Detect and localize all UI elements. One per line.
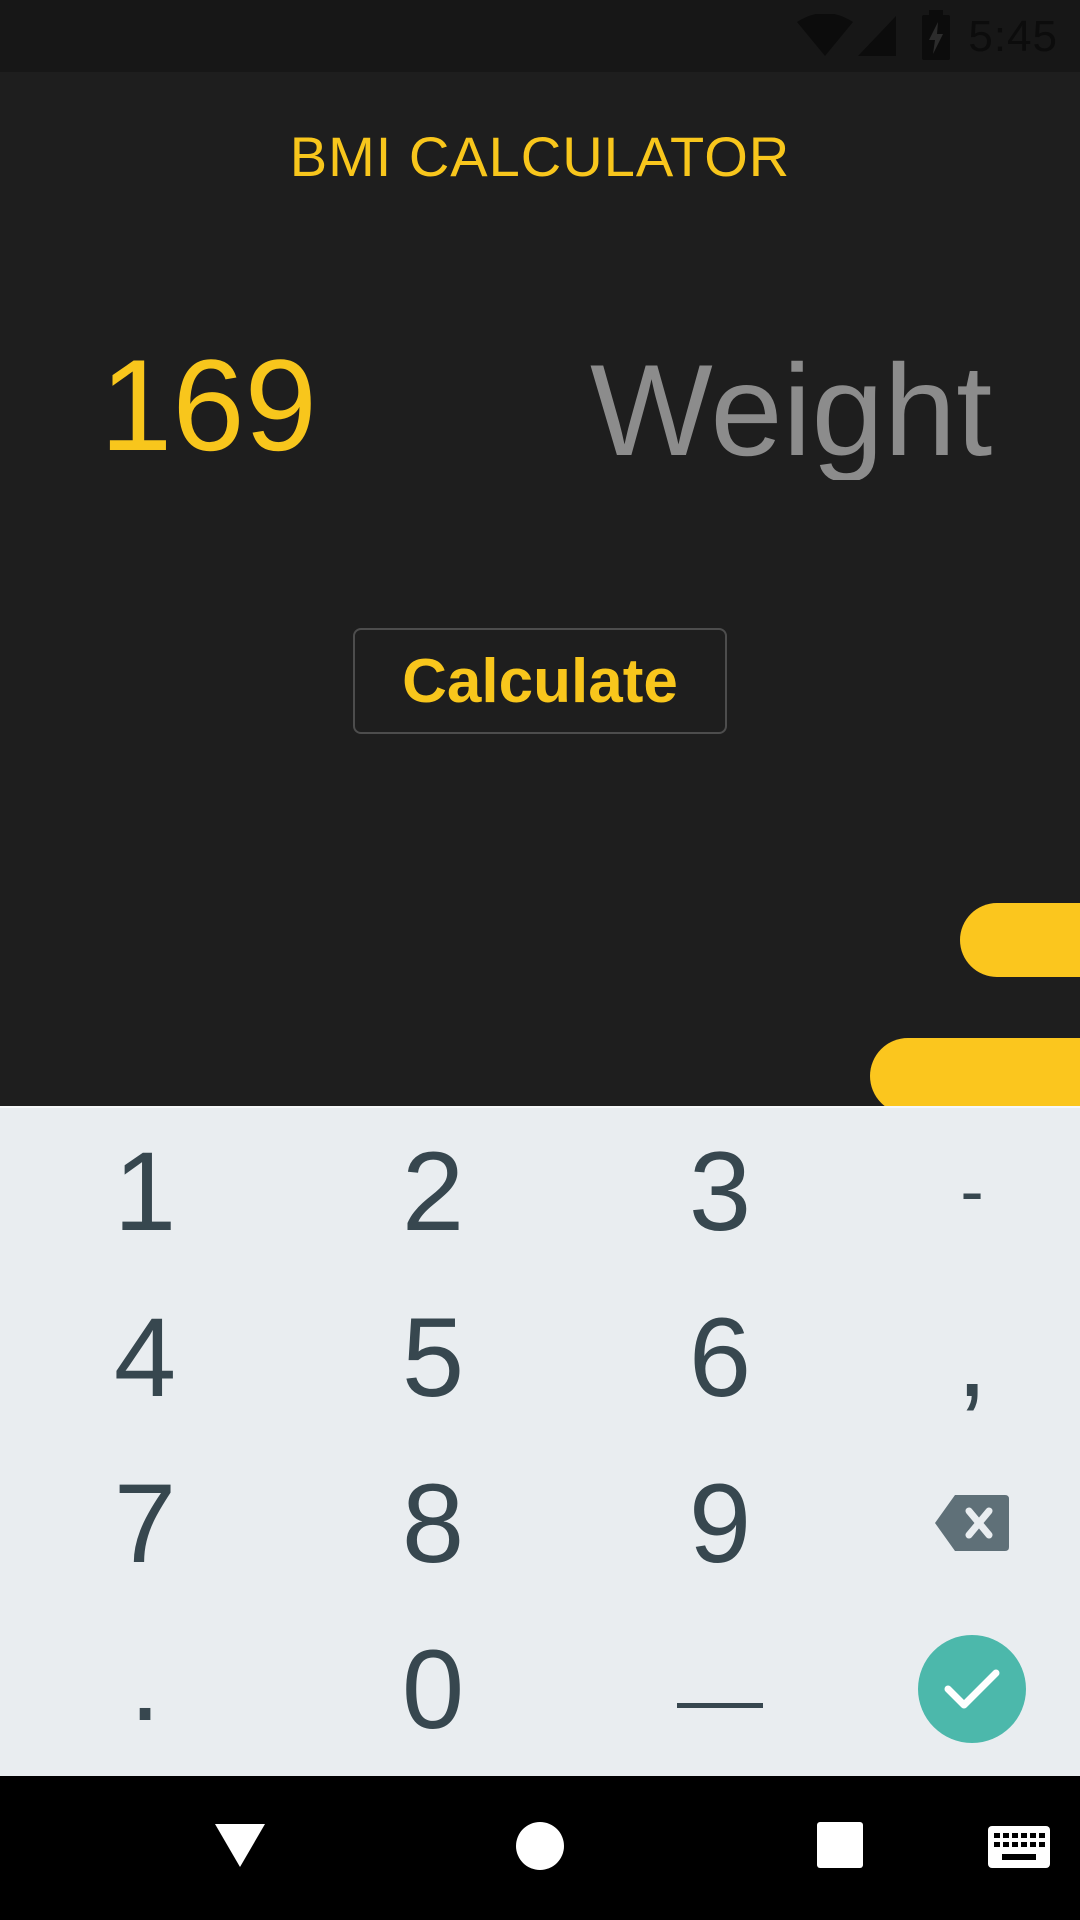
key-3[interactable]: 3 [585,1108,855,1274]
status-time: 5:45 [968,12,1058,61]
home-icon[interactable] [515,1821,565,1871]
app-title: BMI CALCULATOR [289,125,791,188]
key-minus[interactable]: - [837,1108,1080,1274]
numeric-keyboard: 1 2 3 - 4 5 6 , 7 8 9 . 0 [0,1106,1080,1776]
key-9[interactable]: 9 [585,1440,855,1606]
back-icon[interactable] [214,1822,266,1868]
decorative-pill [870,1038,1080,1106]
key-7[interactable]: 7 [10,1440,280,1606]
cell-signal-icon [858,16,896,56]
keyboard-switch-icon[interactable] [988,1826,1050,1868]
backspace-icon [935,1495,1009,1551]
space-bar-icon [677,1703,763,1708]
navigation-bar [0,1776,1080,1920]
status-bar: 5:45 [0,0,1080,72]
backspace-key[interactable] [837,1440,1080,1606]
wifi-icon [797,14,853,56]
recents-icon[interactable] [817,1822,863,1868]
key-period[interactable]: . [10,1606,280,1772]
confirm-key[interactable] [837,1606,1080,1772]
key-8[interactable]: 8 [298,1440,568,1606]
height-value[interactable]: 169 [100,340,317,470]
key-0[interactable]: 0 [298,1606,568,1772]
confirm-button-circle [918,1635,1026,1743]
key-5[interactable]: 5 [298,1274,568,1440]
decorative-pill [960,903,1080,977]
key-1[interactable]: 1 [10,1108,280,1274]
key-comma[interactable]: , [837,1274,1080,1440]
app-screen: BMI CALCULATOR 169 Calculate [0,72,1080,1106]
checkmark-icon [944,1669,1000,1709]
key-6[interactable]: 6 [585,1274,855,1440]
key-2[interactable]: 2 [298,1108,568,1274]
space-key[interactable] [585,1606,855,1772]
battery-charging-icon [922,10,950,60]
key-4[interactable]: 4 [10,1274,280,1440]
weight-input[interactable] [590,340,1010,480]
calculate-button[interactable]: Calculate [353,628,727,734]
